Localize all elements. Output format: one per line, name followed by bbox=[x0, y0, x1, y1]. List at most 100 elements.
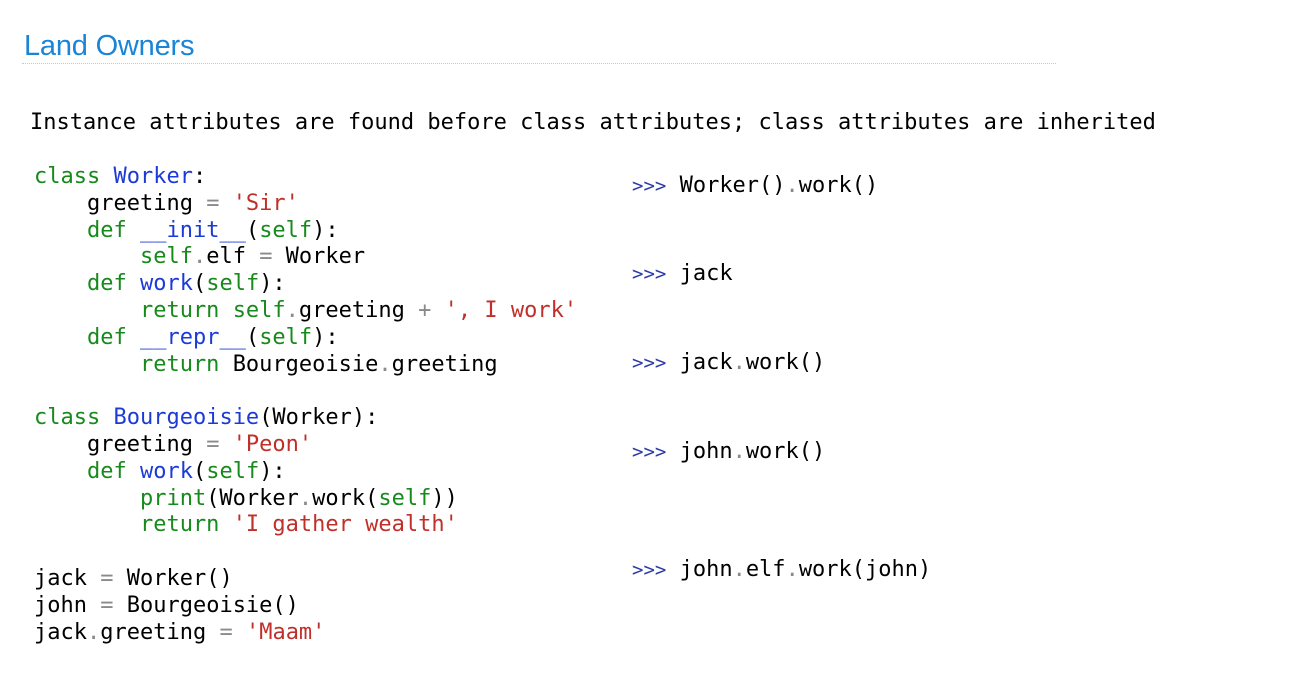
code-line: jack.greeting = 'Maam' bbox=[34, 620, 577, 647]
code-token: ): bbox=[259, 271, 286, 297]
code-token: ): bbox=[312, 324, 339, 350]
code-token: def bbox=[34, 324, 140, 350]
code-token: work bbox=[139, 458, 193, 484]
code-token: )) bbox=[431, 485, 458, 511]
code-line: return self.greeting + ', I work' bbox=[34, 298, 577, 325]
code-token: self bbox=[259, 217, 313, 243]
code-token: print bbox=[34, 485, 207, 511]
code-line: def work(self): bbox=[34, 271, 577, 298]
prompt-line: >>> john.work() bbox=[632, 439, 825, 465]
code-token: greeting bbox=[298, 297, 419, 323]
code-token: def bbox=[34, 458, 140, 484]
code-token: return bbox=[34, 351, 233, 377]
code-token: elf bbox=[206, 244, 260, 270]
code-line: def __repr__(self): bbox=[34, 325, 577, 352]
code-line: def __init__(self): bbox=[34, 218, 577, 245]
prompt-token: . bbox=[785, 173, 799, 198]
code-line: return 'I gather wealth' bbox=[34, 512, 577, 539]
prompt-token: work() bbox=[745, 350, 826, 375]
code-line: jack = Worker() bbox=[34, 566, 577, 593]
code-token: work bbox=[139, 271, 193, 297]
code-token: . bbox=[192, 244, 207, 270]
code-token: self bbox=[378, 485, 432, 511]
prompt-token: john bbox=[679, 557, 733, 582]
prompt-token: . bbox=[732, 439, 746, 464]
code-token: ( bbox=[192, 458, 207, 484]
code-line: print(Worker.work(self)) bbox=[34, 486, 577, 513]
prompt-token: work() bbox=[798, 173, 879, 198]
code-token: return bbox=[34, 512, 233, 538]
code-token: Worker bbox=[113, 164, 193, 189]
code-token: __init__ bbox=[139, 217, 246, 243]
code-token: Worker bbox=[272, 244, 366, 270]
prompt-line: >>> john.elf.work(john) bbox=[632, 557, 931, 583]
prompt-symbol: >>> bbox=[632, 263, 667, 285]
code-token: Bourgeoisie() bbox=[113, 592, 299, 618]
code-token: Worker() bbox=[113, 565, 233, 591]
code-token: greeting bbox=[34, 431, 207, 457]
prompt-token: work(john) bbox=[798, 557, 932, 582]
code-token: 'Maam' bbox=[245, 619, 326, 645]
code-token: (Worker bbox=[206, 485, 299, 511]
code-token: self bbox=[206, 458, 260, 484]
prompt-token: . bbox=[785, 557, 799, 582]
prompt-token: jack bbox=[679, 261, 733, 286]
code-line: def work(self): bbox=[34, 459, 577, 486]
prompt-line: >>> jack bbox=[632, 261, 733, 287]
code-token: class bbox=[34, 164, 114, 189]
code-token: . bbox=[378, 351, 392, 377]
code-token: john bbox=[34, 592, 101, 618]
prompt-token: . bbox=[732, 557, 746, 582]
code-token: ( bbox=[245, 324, 260, 350]
code-token: . bbox=[285, 297, 299, 323]
code-line: return Bourgeoisie.greeting bbox=[34, 352, 577, 379]
code-token: ): bbox=[312, 217, 339, 243]
code-token: jack bbox=[34, 619, 87, 645]
prompt-token: work() bbox=[745, 439, 826, 464]
code-token: = bbox=[206, 190, 220, 216]
prompt-symbol: >>> bbox=[632, 559, 667, 581]
code-token: work( bbox=[312, 485, 379, 511]
code-token: ): bbox=[259, 458, 286, 484]
code-token: (Worker): bbox=[259, 405, 379, 431]
code-token: greeting bbox=[34, 190, 207, 216]
code-token: 'Sir' bbox=[232, 190, 299, 216]
code-token: class bbox=[34, 405, 114, 431]
prompt-token: elf bbox=[745, 557, 786, 582]
slide-title: Land Owners bbox=[24, 30, 195, 62]
slide-subtitle: Instance attributes are found before cla… bbox=[30, 110, 1156, 135]
code-line: greeting = 'Peon' bbox=[34, 432, 577, 459]
code-token: ', I work' bbox=[444, 297, 578, 323]
prompt-symbol: >>> bbox=[632, 352, 667, 374]
code-token: . bbox=[298, 485, 313, 511]
code-token: jack bbox=[34, 565, 101, 591]
code-token: Bourgeoisie bbox=[113, 405, 260, 431]
prompt-token: . bbox=[732, 350, 746, 375]
code-token: self bbox=[206, 271, 260, 297]
code-line: class Worker: bbox=[34, 164, 577, 191]
code-token: def bbox=[34, 271, 140, 297]
code-token: Bourgeoisie bbox=[232, 351, 379, 377]
code-token: = bbox=[100, 592, 114, 618]
title-divider bbox=[22, 63, 1056, 64]
code-token: self bbox=[34, 244, 193, 270]
code-token: self bbox=[232, 297, 286, 323]
prompt-symbol: >>> bbox=[632, 175, 667, 197]
code-token: self bbox=[259, 324, 313, 350]
prompt-line: >>> jack.work() bbox=[632, 350, 825, 376]
code-token: = bbox=[259, 244, 273, 270]
code-token: : bbox=[192, 164, 207, 189]
code-token: 'Peon' bbox=[232, 431, 313, 457]
prompt-token: john bbox=[679, 439, 733, 464]
prompt-token: jack bbox=[679, 350, 733, 375]
code-token: greeting bbox=[100, 619, 220, 645]
code-line: john = Bourgeoisie() bbox=[34, 593, 577, 620]
code-token: ( bbox=[192, 271, 207, 297]
prompt-line: >>> Worker().work() bbox=[632, 173, 878, 199]
code-block: class Worker: greeting = 'Sir' def __ini… bbox=[34, 164, 577, 646]
code-token: __repr__ bbox=[139, 324, 246, 350]
